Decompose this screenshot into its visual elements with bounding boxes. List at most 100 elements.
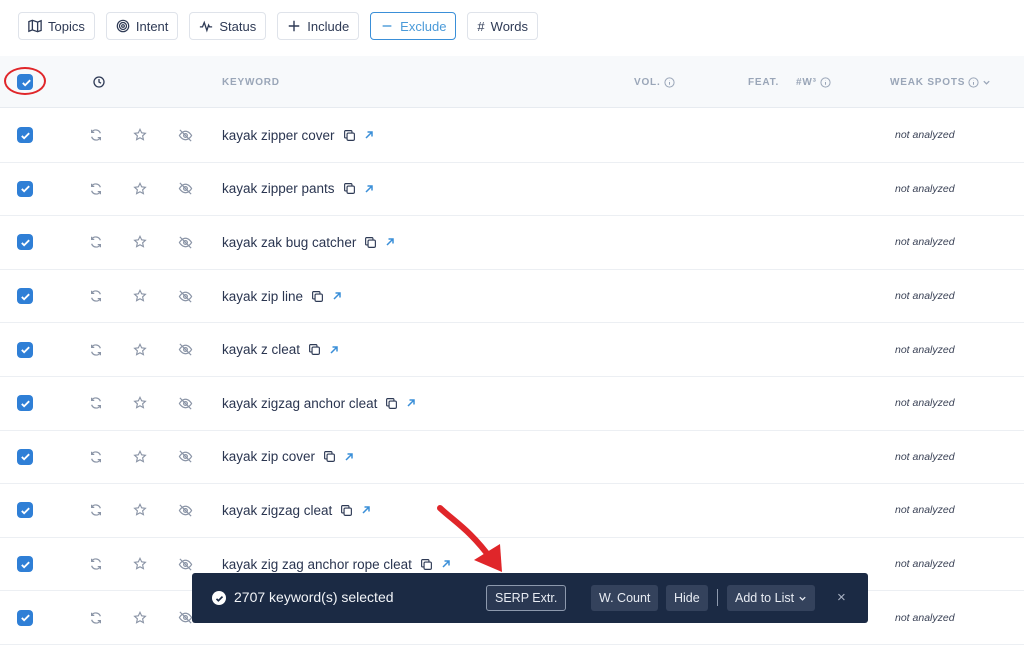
wsquared-header[interactable]: #W³ [796, 56, 831, 108]
table-row[interactable]: kayak zip line not analyzed [0, 270, 1024, 324]
copy-icon[interactable] [364, 236, 377, 249]
star-icon[interactable] [133, 591, 147, 644]
hide-eye-icon[interactable] [178, 591, 193, 644]
external-link-icon[interactable] [361, 505, 371, 515]
hide-eye-icon[interactable] [178, 377, 193, 430]
weak-spots-header[interactable]: WEAK SPOTS [890, 56, 991, 108]
topics-filter-button[interactable]: Topics [18, 12, 95, 40]
external-link-icon[interactable] [406, 398, 416, 408]
keyword-header[interactable]: KEYWORD [222, 56, 280, 108]
copy-icon[interactable] [385, 397, 398, 410]
table-row[interactable]: kayak zipper pants not analyzed [0, 163, 1024, 217]
status-filter-button[interactable]: Status [189, 12, 267, 40]
external-link-icon[interactable] [364, 184, 374, 194]
copy-icon[interactable] [308, 343, 321, 356]
keyword-text[interactable]: kayak zip line [222, 289, 303, 304]
row-checkbox[interactable] [17, 288, 33, 305]
star-icon[interactable] [133, 216, 147, 269]
words-filter-button[interactable]: # Words [467, 12, 538, 40]
hide-eye-icon[interactable] [178, 538, 193, 591]
table-row[interactable]: kayak z cleat not analyzed [0, 323, 1024, 377]
row-checkbox[interactable] [17, 234, 33, 251]
hide-eye-icon[interactable] [178, 323, 193, 376]
keyword-text[interactable]: kayak zigzag cleat [222, 503, 332, 518]
star-icon[interactable] [133, 538, 147, 591]
external-link-icon[interactable] [332, 291, 342, 301]
hide-eye-icon[interactable] [178, 431, 193, 484]
copy-icon[interactable] [343, 129, 356, 142]
row-checkbox[interactable] [17, 556, 33, 573]
star-icon[interactable] [133, 323, 147, 376]
weak-spots-status: not analyzed [895, 290, 955, 303]
check-icon [20, 507, 30, 515]
close-icon[interactable]: × [837, 589, 846, 606]
check-icon [20, 453, 30, 461]
keyword-text[interactable]: kayak zip cover [222, 449, 315, 464]
star-icon[interactable] [133, 270, 147, 323]
refresh-icon[interactable] [89, 484, 103, 537]
keyword-text[interactable]: kayak zigzag anchor cleat [222, 396, 377, 411]
row-checkbox[interactable] [17, 395, 33, 412]
features-header[interactable]: FEAT. [748, 56, 779, 108]
star-icon[interactable] [133, 109, 147, 162]
copy-icon[interactable] [323, 450, 336, 463]
table-row[interactable]: kayak zigzag anchor cleat not analyzed [0, 377, 1024, 431]
add-to-list-button[interactable]: Add to List [727, 585, 816, 611]
copy-icon[interactable] [343, 182, 356, 195]
star-icon[interactable] [133, 163, 147, 216]
copy-icon[interactable] [340, 504, 353, 517]
copy-icon[interactable] [311, 290, 324, 303]
row-checkbox[interactable] [17, 180, 33, 197]
check-icon [20, 293, 30, 301]
refresh-icon[interactable] [89, 377, 103, 430]
row-checkbox-cell [17, 431, 33, 484]
include-filter-button[interactable]: Include [277, 12, 360, 40]
refresh-icon[interactable] [89, 538, 103, 591]
refresh-icon[interactable] [89, 163, 103, 216]
row-checkbox[interactable] [17, 341, 33, 358]
word-count-button[interactable]: W. Count [591, 585, 659, 611]
serp-extract-button[interactable]: SERP Extr. [486, 585, 567, 611]
hide-eye-icon[interactable] [178, 484, 193, 537]
hide-eye-icon[interactable] [178, 163, 193, 216]
row-checkbox[interactable] [17, 127, 33, 144]
star-icon[interactable] [133, 431, 147, 484]
row-checkbox[interactable] [17, 502, 33, 519]
star-icon[interactable] [133, 377, 147, 430]
external-link-icon[interactable] [385, 237, 395, 247]
hide-eye-icon[interactable] [178, 270, 193, 323]
table-row[interactable]: kayak zip cover not analyzed [0, 431, 1024, 485]
keyword-text[interactable]: kayak zipper pants [222, 181, 335, 196]
check-icon [20, 185, 30, 193]
hide-eye-icon[interactable] [178, 109, 193, 162]
check-icon [20, 561, 30, 569]
refresh-icon[interactable] [89, 591, 103, 644]
refresh-icon[interactable] [89, 270, 103, 323]
external-link-icon[interactable] [344, 452, 354, 462]
table-row[interactable]: kayak zak bug catcher not analyzed [0, 216, 1024, 270]
refresh-icon[interactable] [89, 431, 103, 484]
refresh-icon[interactable] [89, 216, 103, 269]
keyword-cell: kayak zip line [222, 270, 342, 323]
external-link-icon[interactable] [364, 130, 374, 140]
row-checkbox[interactable] [17, 448, 33, 465]
keyword-cell: kayak zak bug catcher [222, 216, 395, 269]
hide-button[interactable]: Hide [666, 585, 708, 611]
filter-bar: Topics Intent Status Include Exclude # W… [18, 12, 538, 40]
refresh-icon[interactable] [89, 323, 103, 376]
history-header[interactable] [90, 56, 105, 108]
keyword-text[interactable]: kayak zak bug catcher [222, 235, 356, 250]
external-link-icon[interactable] [329, 345, 339, 355]
refresh-icon[interactable] [89, 109, 103, 162]
row-checkbox[interactable] [17, 609, 33, 626]
keyword-text[interactable]: kayak zipper cover [222, 128, 335, 143]
keyword-text[interactable]: kayak z cleat [222, 342, 300, 357]
volume-header[interactable]: VOL. [634, 56, 675, 108]
intent-filter-button[interactable]: Intent [105, 12, 179, 40]
keyword-text[interactable]: kayak zig zag anchor rope cleat [222, 557, 412, 572]
table-row[interactable]: kayak zipper cover not analyzed [0, 109, 1024, 163]
weak-spots-status: not analyzed [895, 182, 955, 195]
exclude-filter-button[interactable]: Exclude [370, 12, 457, 40]
star-icon[interactable] [133, 484, 147, 537]
hide-eye-icon[interactable] [178, 216, 193, 269]
